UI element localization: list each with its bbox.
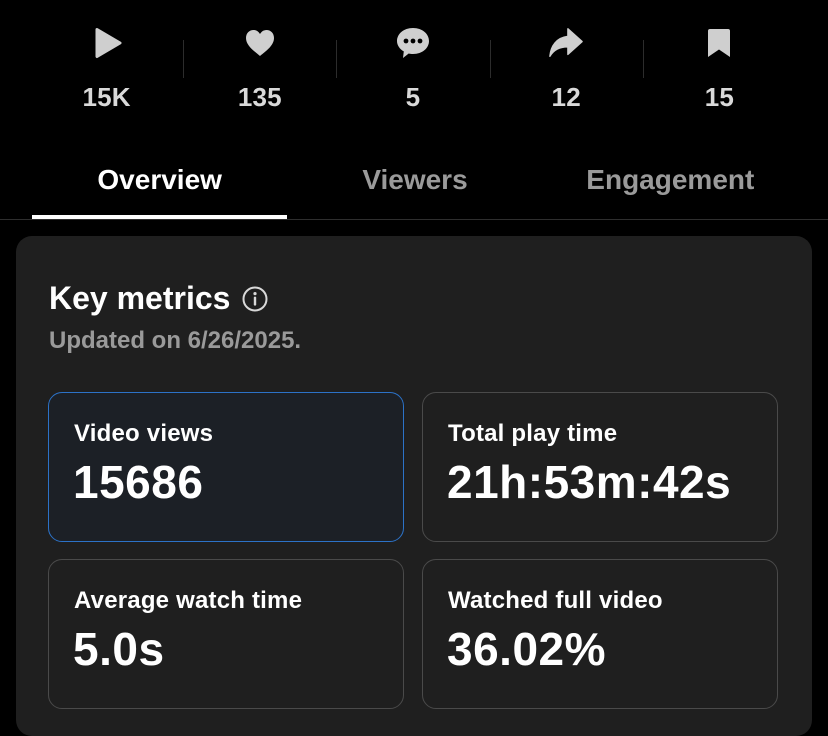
key-metrics-header: Key metrics xyxy=(49,280,268,317)
metric-label: Watched full video xyxy=(448,587,663,614)
comment-icon xyxy=(395,25,431,61)
tab-overview[interactable]: Overview xyxy=(32,140,288,219)
metric-label: Total play time xyxy=(448,420,618,447)
key-metrics-title: Key metrics xyxy=(49,280,231,316)
metric-video-views[interactable]: Video views 15686 xyxy=(48,392,404,542)
stat-plays[interactable]: 15K xyxy=(30,0,183,120)
info-icon[interactable] xyxy=(242,286,268,312)
tabs-divider xyxy=(0,219,828,220)
stat-plays-value: 15K xyxy=(82,82,131,112)
metric-total-play-time[interactable]: Total play time 21h:53m:42s xyxy=(422,392,778,542)
key-metrics-card: Key metrics Updated on 6/26/2025. Video … xyxy=(16,236,812,736)
stat-saves[interactable]: 15 xyxy=(642,0,796,120)
metric-value: 15686 xyxy=(73,456,204,508)
metric-watched-full-video[interactable]: Watched full video 36.02% xyxy=(422,559,778,709)
stat-comments-value: 5 xyxy=(405,82,421,112)
stat-saves-value: 15 xyxy=(704,82,735,112)
tab-engagement[interactable]: Engagement xyxy=(543,140,798,219)
bookmark-icon xyxy=(701,25,737,61)
metric-label: Average watch time xyxy=(74,587,303,614)
metric-value: 21h:53m:42s xyxy=(447,456,732,508)
stat-likes-value: 135 xyxy=(237,82,282,112)
metric-average-watch-time[interactable]: Average watch time 5.0s xyxy=(48,559,404,709)
play-icon xyxy=(89,25,125,61)
video-stats-bar: 15K 135 5 12 15 xyxy=(30,0,796,120)
stat-comments[interactable]: 5 xyxy=(336,0,489,120)
heart-icon xyxy=(242,25,278,61)
share-icon xyxy=(548,25,584,61)
analytics-tabs: Overview Viewers Engagement xyxy=(32,140,798,219)
tab-viewers[interactable]: Viewers xyxy=(287,140,542,219)
stat-shares[interactable]: 12 xyxy=(489,0,643,120)
metric-value: 5.0s xyxy=(73,623,165,675)
metric-label: Video views xyxy=(74,420,214,447)
stat-shares-value: 12 xyxy=(551,82,581,112)
stat-likes[interactable]: 135 xyxy=(183,0,336,120)
key-metrics-updated: Updated on 6/26/2025. xyxy=(49,327,302,354)
metric-value: 36.02% xyxy=(447,623,607,675)
